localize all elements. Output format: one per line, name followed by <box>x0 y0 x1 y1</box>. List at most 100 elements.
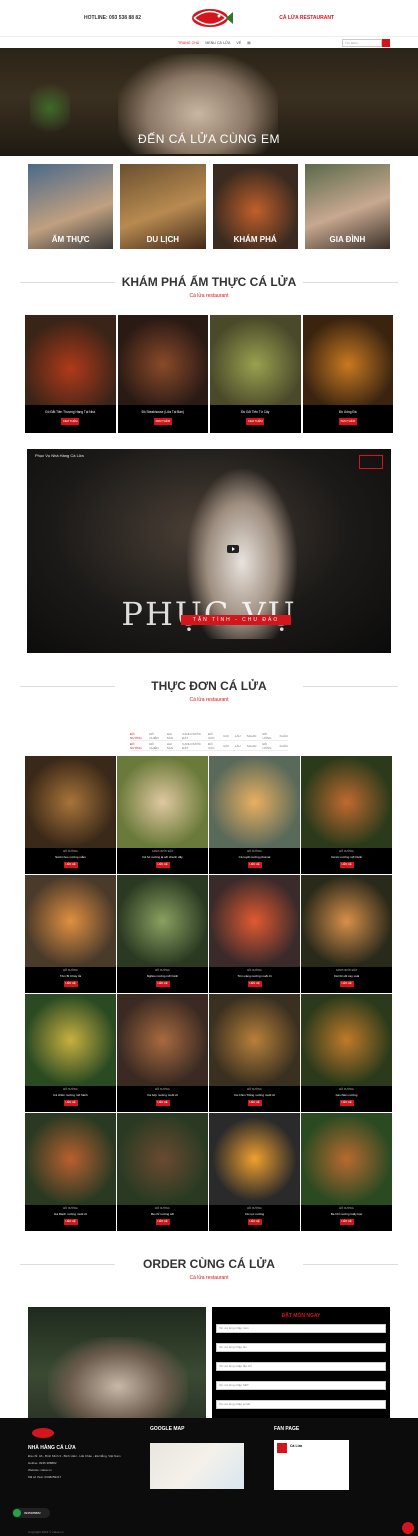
filter-tab[interactable]: ĐỒ NƯỚNG <box>130 732 143 740</box>
address-input[interactable]: Xin vui lòng nhập địa chỉ <box>216 1362 386 1371</box>
filter-tab[interactable]: ĐỒ XÀO <box>208 742 217 750</box>
contact-button[interactable]: LIÊN HỆ <box>155 1100 170 1106</box>
filter-tab[interactable]: ĐỒ CHIÊN <box>149 742 160 750</box>
contact-button[interactable]: LIÊN HỆ <box>247 862 262 868</box>
menu-calua[interactable]: MENU CÁ LỬA <box>205 41 230 45</box>
fanpage-name[interactable]: Cá Lửa <box>290 1444 302 1448</box>
contact-button[interactable]: LIÊN HỆ <box>339 1100 354 1106</box>
filter-tab[interactable]: CANH NƯỚC ĐẶT <box>182 732 202 740</box>
menu-home[interactable]: TRANG CHỦ <box>178 41 199 45</box>
menu-image[interactable] <box>209 756 300 848</box>
contact-button[interactable]: LIÊN HỆ <box>155 862 170 868</box>
contact-button[interactable]: LIÊN HỆ <box>247 1219 262 1225</box>
featured-image[interactable] <box>302 315 393 405</box>
menu-image[interactable] <box>209 994 300 1086</box>
menu-card: CANH NƯỚC ĐẶT Cá bò nướng lá sốt chanh dâ… <box>117 756 208 874</box>
email-input[interactable]: Xin vui lòng nhập email <box>216 1400 386 1409</box>
menu-image[interactable] <box>25 875 116 967</box>
call-button[interactable]: 0935388882 <box>12 1508 50 1518</box>
filter-tab[interactable]: ĐỒ UỐNG <box>262 742 273 750</box>
menu-image[interactable] <box>301 875 392 967</box>
cart-icon[interactable]: ▤ <box>247 41 250 45</box>
contact-button[interactable]: LIÊN HỆ <box>339 862 354 868</box>
filter-tab[interactable]: SALAD <box>247 744 257 748</box>
contact-button[interactable]: LIÊN HỆ <box>63 862 78 868</box>
contact-button[interactable]: LIÊN HỆ <box>247 1100 262 1106</box>
messenger-icon[interactable] <box>402 1522 414 1534</box>
category-tile-giadinh[interactable]: GIA ĐÌNH <box>304 164 390 249</box>
filter-tab[interactable]: HẢI SẢN <box>167 742 176 750</box>
logo-icon[interactable] <box>186 3 234 33</box>
menu-image[interactable] <box>117 875 208 967</box>
video-player[interactable]: Phục Vụ Nhà Hàng Cá Lửa PHỤC VỤ TẬN TÌNH… <box>27 449 391 653</box>
hotline[interactable]: HOTLINE: 093 538 88 82 <box>84 15 141 21</box>
contact-button[interactable]: LIÊN HỆ <box>155 981 170 987</box>
menu-card: ĐỒ NƯỚNG Tôm Bi Chay tỏi LIÊN HỆ <box>25 875 116 993</box>
menu-category: ĐỒ NƯỚNG <box>155 1088 170 1091</box>
menu-ve[interactable]: VÉ <box>236 41 241 45</box>
menu-image[interactable] <box>25 756 116 848</box>
filter-tab[interactable]: KHÁC <box>280 734 288 738</box>
filter-tab[interactable]: CANH NƯỚC ĐẶT <box>182 742 202 750</box>
contact-button[interactable]: LIÊN HỆ <box>155 1219 170 1225</box>
menu-name: Cá tuyết nướng phomai <box>238 855 271 859</box>
menu-image[interactable] <box>25 994 116 1086</box>
menu-image[interactable] <box>301 1113 392 1205</box>
view-more-button[interactable]: XEM THÊM <box>338 418 357 425</box>
footer-website[interactable]: Website: calua.vn <box>28 1468 121 1472</box>
brand-name[interactable]: CÁ LỬA RESTAURANT <box>279 15 334 21</box>
map-title: GOOGLE MAP <box>150 1426 185 1432</box>
google-map[interactable] <box>150 1443 244 1489</box>
filter-tab[interactable]: LẨU <box>235 734 241 738</box>
contact-button[interactable]: LIÊN HỆ <box>63 1100 78 1106</box>
menu-image[interactable] <box>117 756 208 848</box>
filter-tab[interactable]: GỎI <box>223 744 229 748</box>
contact-button[interactable]: LIÊN HỆ <box>247 981 262 987</box>
menu-image[interactable] <box>209 875 300 967</box>
filter-tab[interactable]: ĐỒ UỐNG <box>262 732 273 740</box>
menu-name: Ba Chỉ nướng Giấy bạc <box>330 1212 363 1216</box>
footer-hotline[interactable]: Hotline: 0935 388882 <box>28 1461 121 1465</box>
contact-button[interactable]: LIÊN HỆ <box>339 1219 354 1225</box>
hero-plant <box>30 78 70 138</box>
featured-image[interactable] <box>210 315 301 405</box>
filter-tab[interactable]: ĐỒ XÀO <box>208 732 217 740</box>
filter-tab[interactable]: KHÁC <box>280 744 288 748</box>
menu-category: ĐỒ NƯỚNG <box>247 969 262 972</box>
menu-image[interactable] <box>117 994 208 1086</box>
category-tile-amthuc[interactable]: ẨM THỰC <box>28 164 114 249</box>
menu-image[interactable] <box>117 1113 208 1205</box>
menu-category: ĐỒ NƯỚNG <box>339 850 354 853</box>
video-title[interactable]: Phục Vụ Nhà Hàng Cá Lửa <box>35 453 84 458</box>
contact-button[interactable]: LIÊN HỆ <box>339 981 354 987</box>
category-tiles: ẨM THỰC DU LỊCH KHÁM PHÁ GIA ĐÌNH <box>0 164 418 249</box>
menu-image[interactable] <box>301 756 392 848</box>
menu-image[interactable] <box>301 994 392 1086</box>
view-more-button[interactable]: XEM THÊM <box>246 418 265 425</box>
contact-button[interactable]: LIÊN HỆ <box>63 1219 78 1225</box>
view-more-button[interactable]: XEM THÊM <box>61 418 80 425</box>
phone-input[interactable]: Xin vui lòng nhập SĐT <box>216 1381 386 1390</box>
menu-name: Sườn heo nướng mắm <box>55 855 86 859</box>
filter-tab[interactable]: SALAD <box>247 734 257 738</box>
search-input[interactable]: Tìm kiếm... <box>342 38 382 47</box>
name-input[interactable]: Xin vui lòng nhập tên <box>216 1343 386 1352</box>
filter-tab[interactable]: LẨU <box>235 744 241 748</box>
featured-image[interactable] <box>25 315 116 405</box>
filter-tab[interactable]: ĐỒ NƯỚNG <box>130 742 143 750</box>
menu-image[interactable] <box>209 1113 300 1205</box>
section-subtitle: Cá lửa restaurant <box>189 697 229 703</box>
dish-input[interactable]: Xin vui lòng nhập món <box>216 1324 386 1333</box>
category-tile-khampha[interactable]: KHÁM PHÁ <box>212 164 298 249</box>
play-icon[interactable] <box>227 545 239 553</box>
menu-image[interactable] <box>25 1113 116 1205</box>
category-tile-dulich[interactable]: DU LỊCH <box>120 164 206 249</box>
view-more-button[interactable]: XEM THÊM <box>153 418 172 425</box>
filter-tab[interactable]: HẢI SẢN <box>167 732 176 740</box>
fanpage-widget[interactable]: Cá Lửa <box>274 1440 349 1490</box>
contact-button[interactable]: LIÊN HỆ <box>63 981 78 987</box>
featured-image[interactable] <box>117 315 208 405</box>
filter-tab[interactable]: ĐỒ CHIÊN <box>149 732 160 740</box>
filter-tab[interactable]: GỎI <box>223 734 229 738</box>
search-icon[interactable] <box>382 38 390 47</box>
